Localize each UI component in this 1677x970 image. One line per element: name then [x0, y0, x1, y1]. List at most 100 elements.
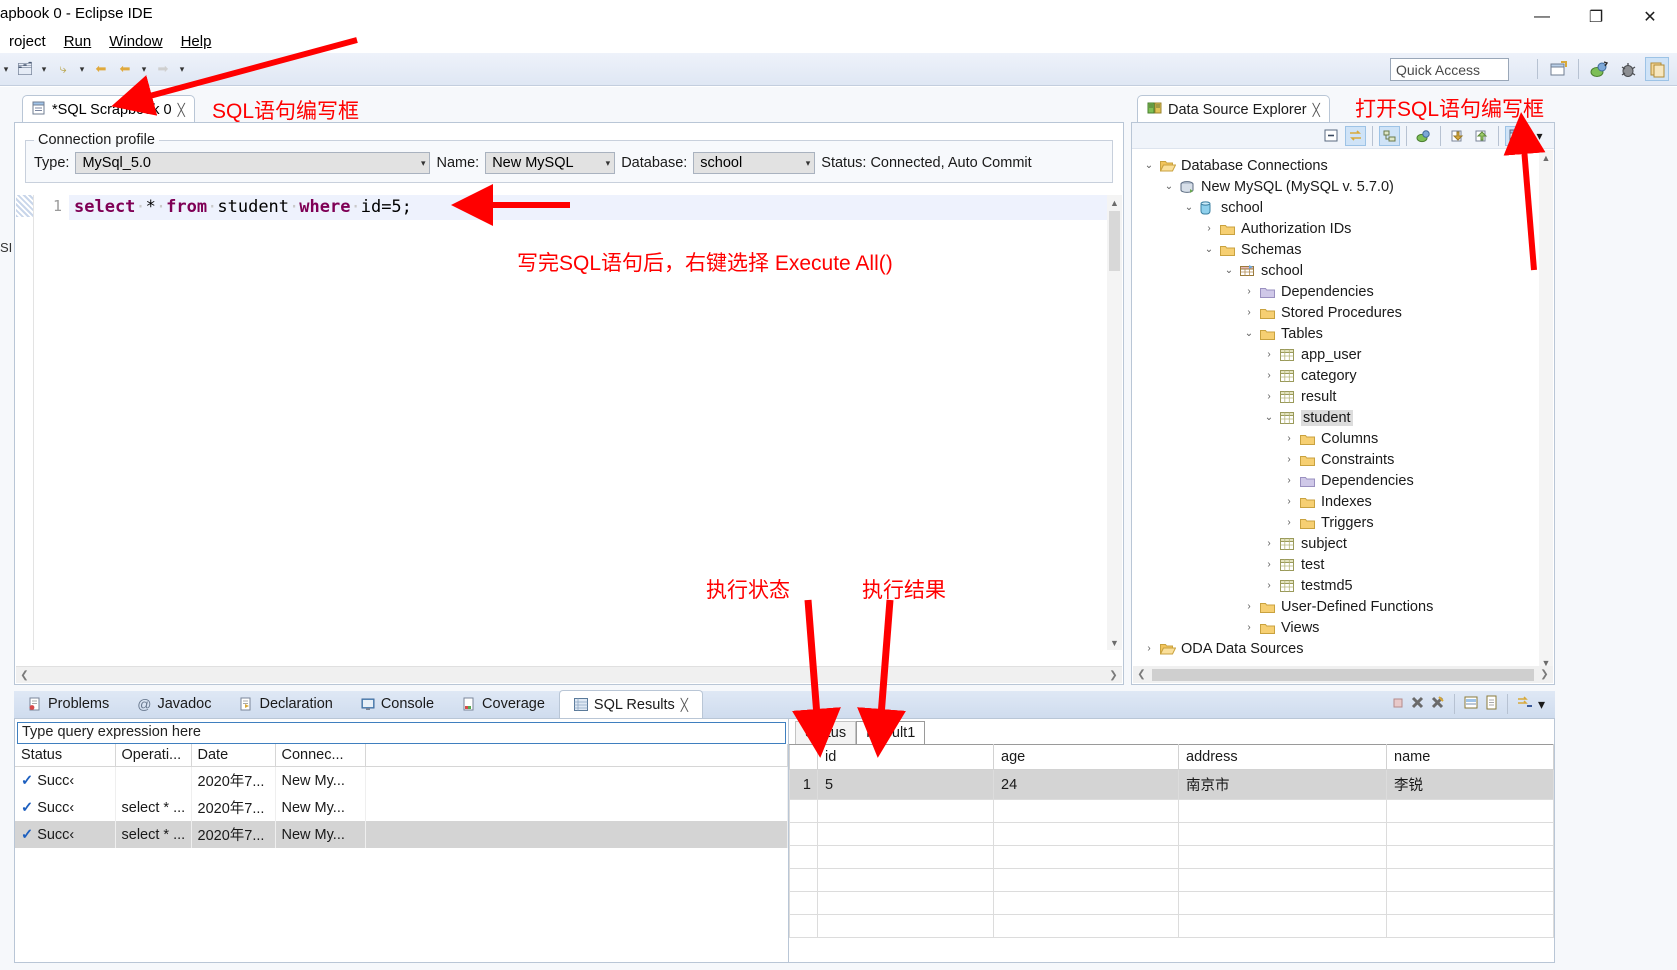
- chevron-right-icon[interactable]: ›: [1282, 433, 1296, 444]
- tree-item-database-connections[interactable]: ⌄ Database Connections: [1142, 155, 1554, 176]
- scroll-thumb[interactable]: [1152, 668, 1534, 681]
- tab-coverage[interactable]: Coverage: [448, 690, 559, 718]
- chevron-down-icon[interactable]: ⌄: [1242, 328, 1256, 339]
- view-menu-icon[interactable]: ▾: [1538, 696, 1545, 713]
- tab-console[interactable]: Console: [347, 690, 448, 718]
- menu-item-project[interactable]: roject: [0, 31, 55, 52]
- tree-item-result[interactable]: › result: [1142, 386, 1554, 407]
- status-grid-row[interactable]: ✓ Succ‹ select * ... 2020年7... New My...: [15, 794, 788, 821]
- import-icon[interactable]: [1447, 126, 1468, 146]
- database-combo[interactable]: school ▾: [693, 152, 816, 174]
- result-grid-column-header[interactable]: name: [1386, 744, 1554, 770]
- tree-item-authorization-ids[interactable]: › Authorization IDs: [1142, 218, 1554, 239]
- result-grid-row[interactable]: 1 5 24 南京市 李锐: [789, 769, 1554, 800]
- chevron-right-icon[interactable]: ›: [1202, 223, 1216, 234]
- result-grid[interactable]: id age address name 1 5 24 南京市 李锐: [789, 744, 1554, 938]
- chevron-right-icon[interactable]: ›: [1242, 307, 1256, 318]
- tree-item-constraints[interactable]: › Constraints: [1142, 449, 1554, 470]
- tree-horizontal-scrollbar[interactable]: ❮ ❯: [1133, 666, 1553, 683]
- tree-item-indexes[interactable]: › Indexes: [1142, 491, 1554, 512]
- stop-icon[interactable]: [1391, 696, 1405, 713]
- scroll-up-icon[interactable]: ▲: [1107, 195, 1122, 210]
- chevron-right-icon[interactable]: ›: [1242, 286, 1256, 297]
- tree-item-schemas[interactable]: ⌄ Schemas: [1142, 239, 1554, 260]
- save-icon[interactable]: ⤷: [52, 58, 74, 80]
- sql-statement-line[interactable]: select·*·from·student·where·id=5;: [69, 195, 1122, 220]
- chevron-right-icon[interactable]: ›: [1262, 559, 1276, 570]
- chevron-right-icon[interactable]: ›: [1262, 538, 1276, 549]
- chevron-right-icon[interactable]: ›: [1262, 391, 1276, 402]
- tab-problems[interactable]: Problems: [14, 690, 123, 718]
- status-grid-column-header[interactable]: Date: [191, 744, 276, 767]
- tree-item-columns[interactable]: › Columns: [1142, 428, 1554, 449]
- chevron-right-icon[interactable]: ›: [1262, 349, 1276, 360]
- remove-icon[interactable]: [1410, 695, 1425, 713]
- chevron-down-icon[interactable]: ▾: [176, 58, 188, 80]
- scroll-right-icon[interactable]: ❯: [1105, 670, 1122, 681]
- new-document-icon[interactable]: [1484, 695, 1499, 713]
- chevron-right-icon[interactable]: ›: [1282, 475, 1296, 486]
- tree-item-new-mysql-mysql-v-5-7-0[interactable]: ⌄ New MySQL (MySQL v. 5.7.0): [1142, 176, 1554, 197]
- export-icon[interactable]: [1471, 126, 1492, 146]
- status-grid-column-header[interactable]: Operati...: [115, 744, 192, 767]
- new-wizard-icon[interactable]: 🗂: [14, 58, 36, 80]
- tree-item-user-defined-functions[interactable]: › User-Defined Functions: [1142, 596, 1554, 617]
- tab-javadoc[interactable]: @ Javadoc: [123, 690, 225, 718]
- name-combo[interactable]: New MySQL ▾: [485, 152, 616, 174]
- result-grid-column-header[interactable]: age: [993, 744, 1179, 770]
- status-grid-row[interactable]: ✓ Succ‹ select * ... 2020年7... New My...: [15, 821, 788, 848]
- open-sql-scrapbook-icon[interactable]: [1505, 125, 1526, 146]
- tree-vertical-scrollbar[interactable]: ▲ ▼: [1539, 150, 1553, 670]
- tree-item-triggers[interactable]: › Triggers: [1142, 512, 1554, 533]
- chevron-right-icon[interactable]: ›: [1242, 622, 1256, 633]
- scroll-left-icon[interactable]: ❮: [1133, 669, 1150, 680]
- chevron-right-icon[interactable]: ›: [1242, 601, 1256, 612]
- chevron-down-icon[interactable]: ⌄: [1202, 244, 1216, 255]
- chevron-down-icon[interactable]: ▾: [76, 58, 88, 80]
- tree-item-school[interactable]: ⌄ school: [1142, 260, 1554, 281]
- debug-perspective-icon[interactable]: [1616, 57, 1640, 81]
- minimize-button[interactable]: —: [1515, 0, 1569, 33]
- type-combo[interactable]: MySql_5.0 ▾: [75, 152, 431, 174]
- scroll-left-icon[interactable]: ❮: [16, 670, 33, 681]
- pin-results-icon[interactable]: [1516, 695, 1533, 713]
- chevron-down-icon[interactable]: ⌄: [1162, 181, 1176, 192]
- status-grid-row[interactable]: ✓ Succ‹ 2020年7... New My...: [15, 766, 788, 794]
- open-perspective-icon[interactable]: [1546, 57, 1570, 81]
- menu-item-window[interactable]: Window: [100, 31, 171, 52]
- tab-data-source-explorer[interactable]: Data Source Explorer ╳: [1137, 95, 1330, 123]
- tree-item-app-user[interactable]: › app_user: [1142, 344, 1554, 365]
- menu-item-run[interactable]: Run: [55, 31, 101, 52]
- address-cell[interactable]: 南京市: [1178, 769, 1387, 800]
- menu-item-help[interactable]: Help: [172, 31, 221, 52]
- chevron-right-icon[interactable]: ›: [1262, 580, 1276, 591]
- tree-item-dependencies[interactable]: › Dependencies: [1142, 281, 1554, 302]
- age-cell[interactable]: 24: [993, 769, 1179, 800]
- database-development-perspective-icon[interactable]: [1587, 57, 1611, 81]
- status-grid[interactable]: Status Operati... Date Connec... ✓ Succ‹ 202…: [15, 744, 788, 848]
- result-tab-result1[interactable]: Result1: [856, 721, 926, 744]
- forward-history-icon[interactable]: ⬅: [114, 58, 136, 80]
- chevron-right-icon[interactable]: ›: [1282, 454, 1296, 465]
- tree-item-stored-procedures[interactable]: › Stored Procedures: [1142, 302, 1554, 323]
- chevron-right-icon[interactable]: ›: [1282, 517, 1296, 528]
- id-cell[interactable]: 5: [817, 769, 994, 800]
- chevron-down-icon[interactable]: ▾: [38, 58, 50, 80]
- editor-horizontal-scrollbar[interactable]: ❮ ❯: [16, 666, 1122, 683]
- tab-declaration[interactable]: Declaration: [225, 690, 346, 718]
- back-icon[interactable]: ⬅: [90, 58, 112, 80]
- status-grid-column-header[interactable]: Status: [15, 744, 116, 767]
- forward-icon[interactable]: ➡: [152, 58, 174, 80]
- status-grid-body[interactable]: ✓ Succ‹ 2020年7... New My... ✓ Succ‹ select *…: [15, 766, 788, 848]
- close-button[interactable]: ✕: [1623, 0, 1677, 33]
- result-grid-column-header[interactable]: id: [817, 744, 994, 770]
- tree-item-student[interactable]: ⌄ student: [1142, 407, 1554, 428]
- status-grid-column-header[interactable]: Connec...: [275, 744, 366, 767]
- close-icon[interactable]: ╳: [178, 103, 185, 117]
- tree-item-subject[interactable]: › subject: [1142, 533, 1554, 554]
- show-hierarchy-icon[interactable]: [1379, 125, 1400, 146]
- chevron-down-icon[interactable]: ⌄: [1142, 160, 1156, 171]
- chevron-right-icon[interactable]: ›: [1142, 643, 1156, 654]
- tab-sql-results[interactable]: SQL Results ╳: [558, 690, 703, 718]
- view-menu-icon[interactable]: ▾: [1529, 126, 1550, 146]
